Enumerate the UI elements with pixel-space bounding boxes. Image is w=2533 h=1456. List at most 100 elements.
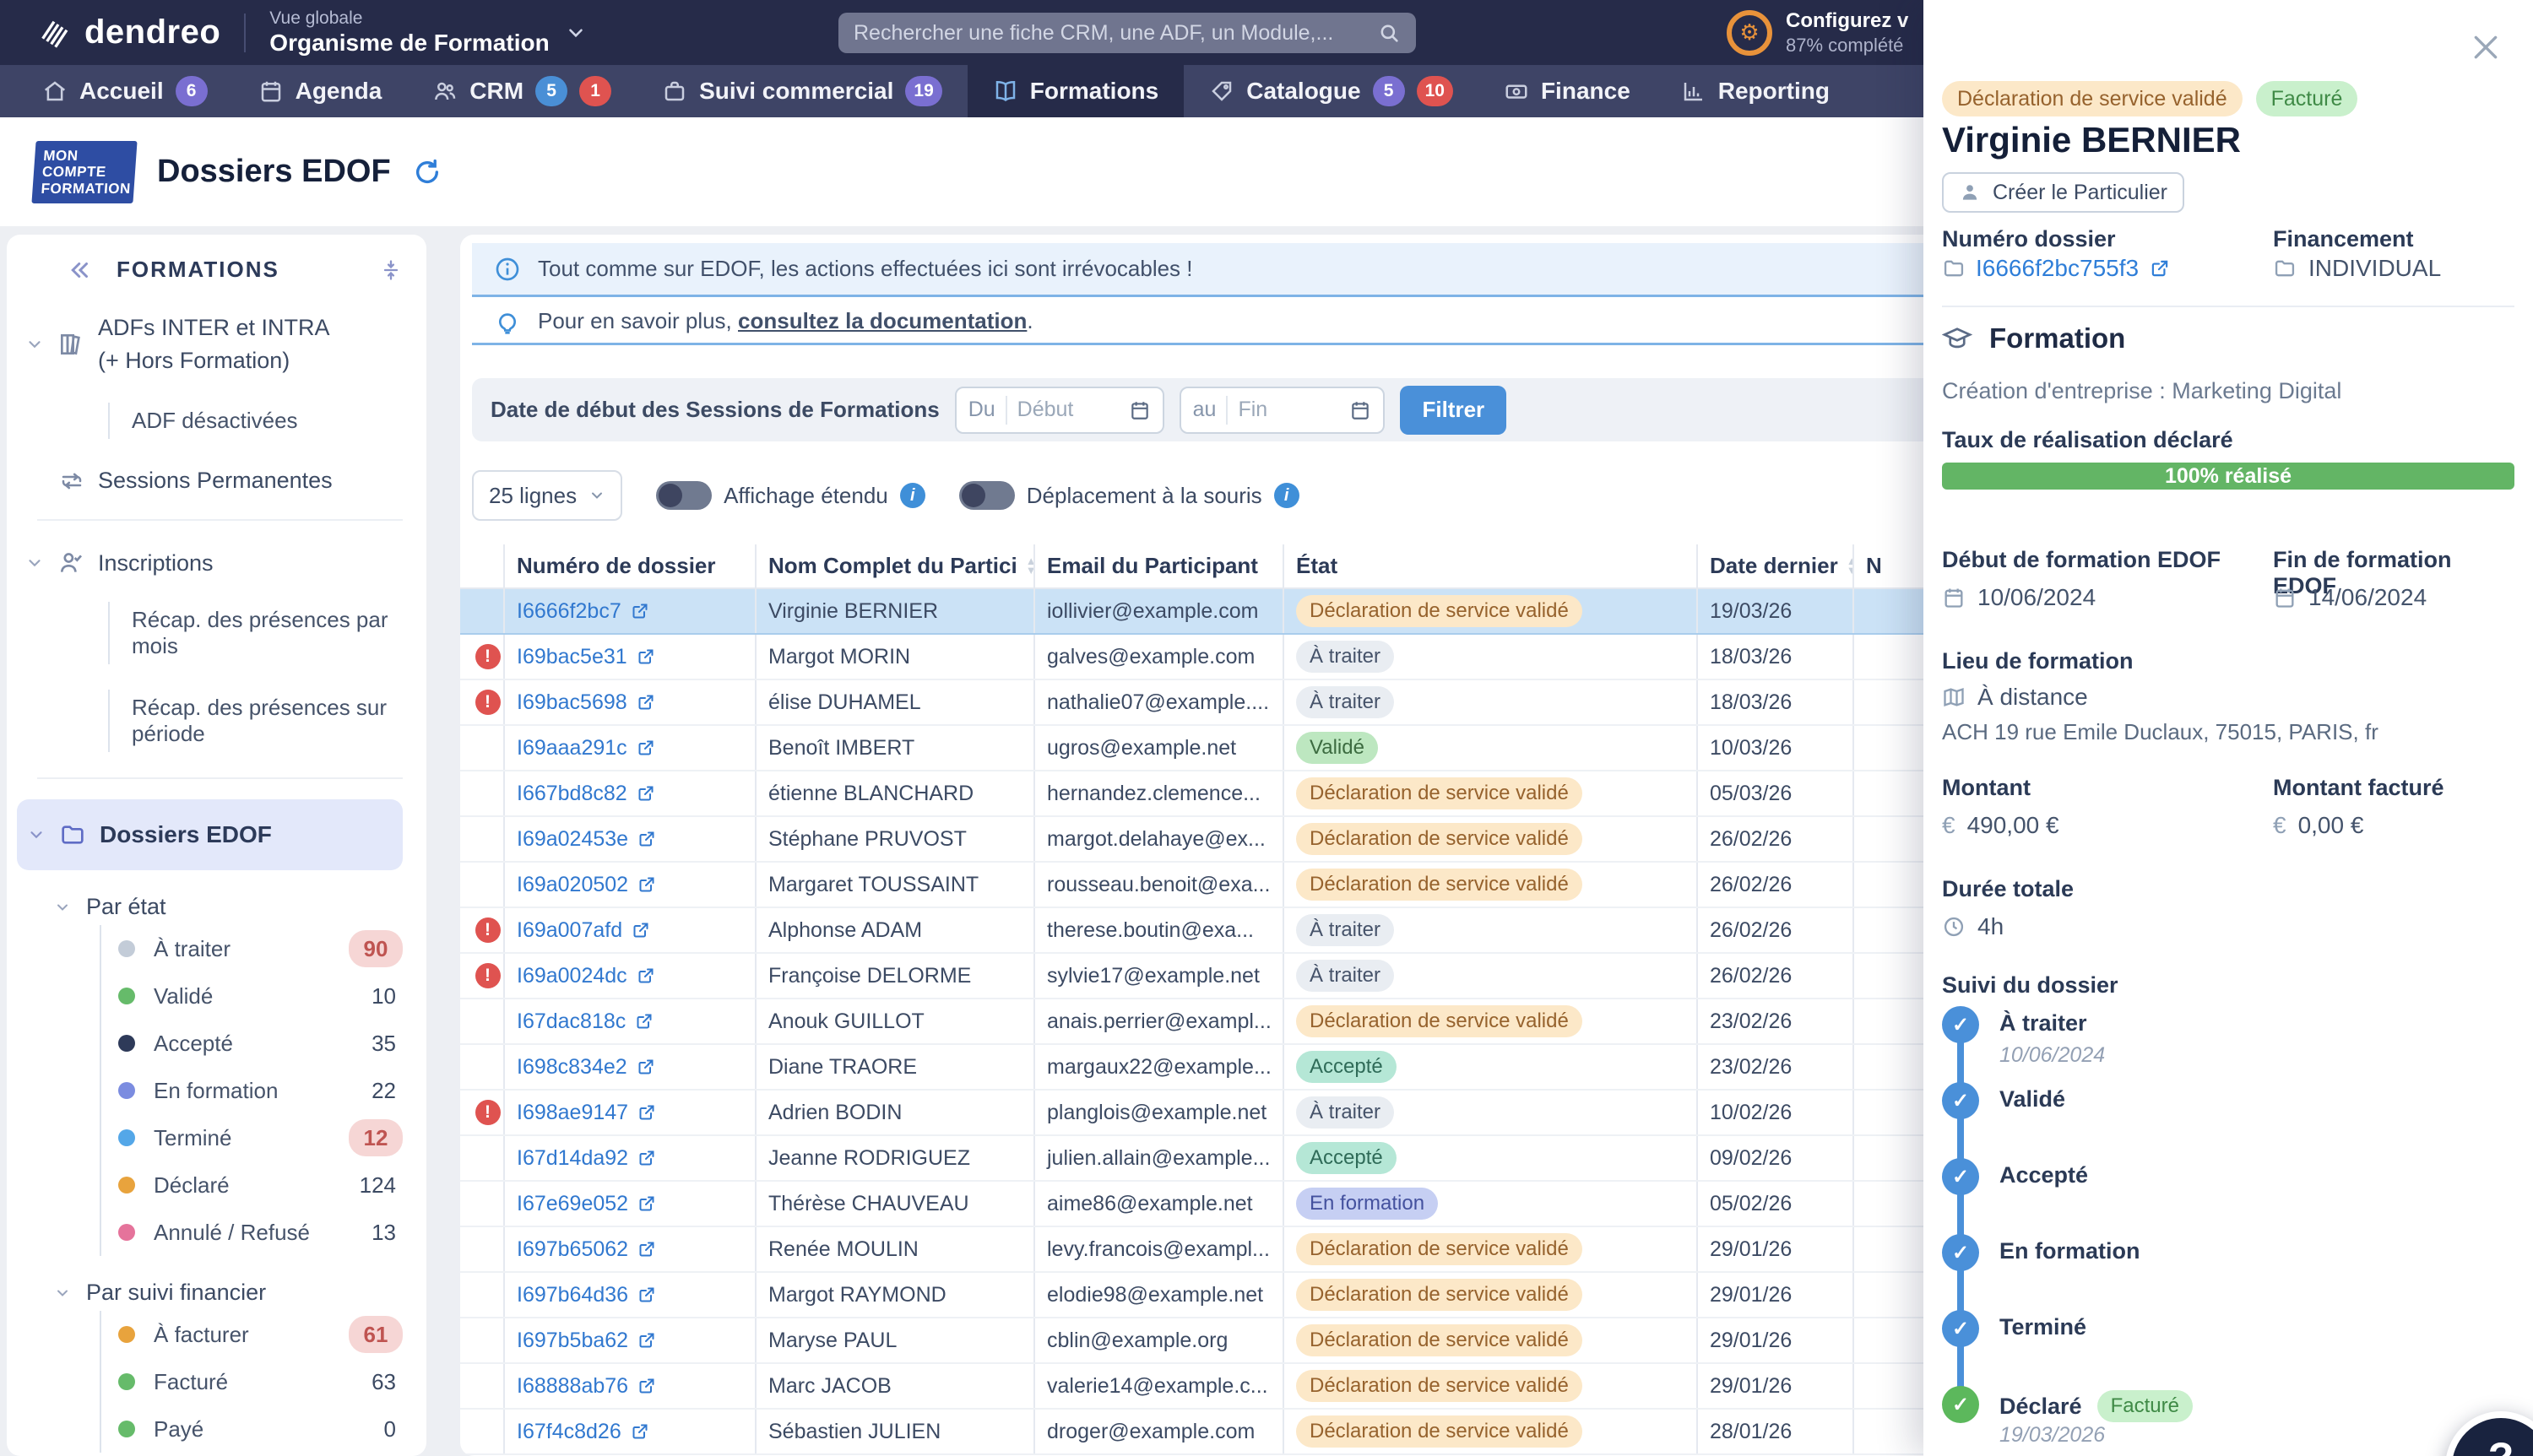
pin-sidebar-icon[interactable]: [379, 258, 403, 282]
folder-icon: [1942, 257, 1966, 280]
sidebar-item-recap-mois[interactable]: Récap. des présences par mois: [108, 602, 403, 665]
sidebar-filter-item[interactable]: À traiter 90: [100, 925, 403, 973]
create-particulier-button[interactable]: Créer le Particulier: [1942, 172, 2185, 213]
sort-icon[interactable]: ▲▼: [1847, 555, 1853, 576]
setup-title: Configurez v: [1786, 9, 1909, 32]
sidebar-filter-item[interactable]: Annulé / Refusé 13: [100, 1209, 403, 1257]
sidebar-filter-item[interactable]: Validé 10: [100, 972, 403, 1020]
nav-accueil[interactable]: Accueil 6: [17, 65, 233, 117]
sidebar-header: FORMATIONS: [117, 257, 279, 282]
header-etat[interactable]: État: [1283, 544, 1697, 589]
sidebar-item-sessions-permanentes[interactable]: Sessions Permanentes: [59, 468, 403, 494]
toggle-switch[interactable]: [958, 481, 1015, 510]
dossier-link[interactable]: I67d14da92: [517, 1146, 657, 1171]
sidebar-item-adfs[interactable]: ADFs INTER et INTRA (+ Hors Formation): [25, 311, 403, 377]
sidebar-item-inscriptions[interactable]: Inscriptions: [25, 549, 403, 576]
nav-reporting[interactable]: Reporting: [1656, 65, 1855, 117]
nav-agenda[interactable]: Agenda: [233, 65, 408, 117]
sidebar-group-par-etat[interactable]: Par état: [54, 894, 403, 920]
nav-suivi-commercial[interactable]: Suivi commercial 19: [637, 65, 968, 117]
header-date[interactable]: Date dernier▲▼: [1696, 544, 1853, 589]
date-start-input[interactable]: [1017, 398, 1119, 422]
financement-value-row: INDIVIDUAL: [2273, 255, 2514, 282]
filter-button[interactable]: Filtrer: [1400, 385, 1507, 435]
dossier-link[interactable]: I698ae9147: [517, 1101, 657, 1125]
dossier-link[interactable]: I69a02453e: [517, 827, 657, 852]
step-label: À traiter: [1999, 1010, 2087, 1036]
close-icon[interactable]: [2469, 30, 2503, 64]
brand-logo[interactable]: dendreo: [37, 14, 220, 51]
search-input[interactable]: [854, 20, 1377, 46]
toggle-switch[interactable]: [656, 481, 713, 510]
dossier-link[interactable]: I6666f2bc7: [517, 599, 650, 624]
info-icon[interactable]: i: [1273, 483, 1299, 508]
dossier-link[interactable]: I69a0024dc: [517, 964, 656, 988]
search-icon[interactable]: [1377, 21, 1401, 45]
dossier-link[interactable]: I697b5ba62: [517, 1329, 657, 1353]
documentation-link[interactable]: consultez la documentation: [738, 308, 1027, 333]
calendar-icon[interactable]: [1129, 399, 1151, 421]
collapse-sidebar-icon[interactable]: [68, 257, 93, 283]
chart-icon: [1681, 78, 1706, 104]
dossier-link[interactable]: I67f4c8d26: [517, 1420, 650, 1444]
dossier-link[interactable]: I667bd8c82: [517, 782, 656, 806]
toggle-label: Déplacement à la souris: [1026, 482, 1262, 508]
timeline-step: ✓ Accepté: [1942, 1158, 2514, 1234]
filter-count: 35: [372, 1030, 396, 1056]
sidebar-filter-item[interactable]: À facturer 61: [100, 1311, 403, 1359]
status-dot: [118, 1373, 135, 1391]
financement-value: INDIVIDUAL: [2308, 255, 2442, 281]
sidebar-filter-item[interactable]: Payé 0: [100, 1405, 403, 1453]
sidebar-group-par-suivi[interactable]: Par suivi financier: [54, 1280, 403, 1306]
etat-badge: Déclaration de service validé: [1296, 1324, 1582, 1356]
header-numero[interactable]: Numéro de dossier: [503, 544, 756, 589]
dossier-link[interactable]: I67e69e052: [517, 1192, 657, 1216]
dossier-link[interactable]: I69bac5698: [517, 690, 656, 715]
dossier-link[interactable]: I697b65062: [517, 1237, 657, 1262]
check-icon: ✓: [1942, 1386, 1979, 1423]
sidebar-divider: [37, 519, 403, 522]
dossier-link[interactable]: I698c834e2: [517, 1055, 656, 1080]
person-check-icon: [57, 549, 84, 576]
view-switcher[interactable]: Vue globale Organisme de Formation: [269, 8, 586, 57]
sidebar-filter-item[interactable]: Déclaré 124: [100, 1161, 403, 1210]
nav-catalogue[interactable]: Catalogue 5 10: [1184, 65, 1478, 117]
sidebar-filter-item[interactable]: En formation 22: [100, 1067, 403, 1115]
sidebar-filter-item[interactable]: Terminé 12: [100, 1114, 403, 1162]
sidebar-filter-item[interactable]: Accepté 35: [100, 1020, 403, 1068]
header-email[interactable]: Email du Participant: [1033, 544, 1283, 589]
status-dot: [118, 1326, 135, 1344]
rows-per-page-select[interactable]: 25 lignes: [472, 470, 623, 521]
dossier-link[interactable]: I68888ab76: [517, 1374, 657, 1399]
nav-crm[interactable]: CRM 5 1: [407, 65, 637, 117]
clock-icon: [1942, 915, 1966, 939]
sidebar-item-dossiers-edof[interactable]: Dossiers EDOF: [17, 799, 403, 871]
etat-badge: À traiter: [1296, 641, 1395, 673]
refresh-icon[interactable]: [413, 158, 442, 187]
participant-email: planglois@example.net: [1047, 1100, 1267, 1124]
calendar-icon[interactable]: [1349, 399, 1371, 421]
setup-progress[interactable]: ⚙ Configurez v 87% complété: [1727, 8, 1908, 57]
dossier-number-link[interactable]: I6666f2bc755f3: [1942, 255, 2273, 282]
sidebar-filter-item[interactable]: Facturé 63: [100, 1358, 403, 1406]
sort-icon[interactable]: ▲▼: [1026, 555, 1034, 576]
date-end-input[interactable]: [1238, 398, 1340, 422]
dossier-link[interactable]: I69bac5e31: [517, 645, 656, 669]
global-search[interactable]: [838, 13, 1416, 53]
nav-formations[interactable]: Formations: [967, 65, 1185, 117]
dossier-link[interactable]: I69a020502: [517, 873, 657, 897]
dossier-link[interactable]: I697b64d36: [517, 1283, 657, 1307]
sidebar-item-label: ADFs INTER et INTRA (+ Hors Formation): [98, 315, 329, 374]
last-date: 28/01/26: [1710, 1419, 1793, 1443]
info-icon[interactable]: i: [899, 483, 925, 508]
header-nom[interactable]: Nom Complet du Partici▲▼: [755, 544, 1034, 589]
dossier-link[interactable]: I69aaa291c: [517, 736, 656, 760]
dossier-link[interactable]: I69a007afd: [517, 918, 651, 943]
sidebar-item-adf-desactivees[interactable]: ADF désactivées: [108, 403, 403, 440]
nav-finance[interactable]: Finance: [1478, 65, 1656, 117]
alert-icon: !: [475, 963, 501, 988]
etat-badge: À traiter: [1296, 914, 1395, 946]
participant-name: Renée MOULIN: [768, 1237, 919, 1261]
dossier-link[interactable]: I67dac818c: [517, 1009, 654, 1034]
sidebar-item-recap-periode[interactable]: Récap. des présences sur période: [108, 690, 403, 753]
